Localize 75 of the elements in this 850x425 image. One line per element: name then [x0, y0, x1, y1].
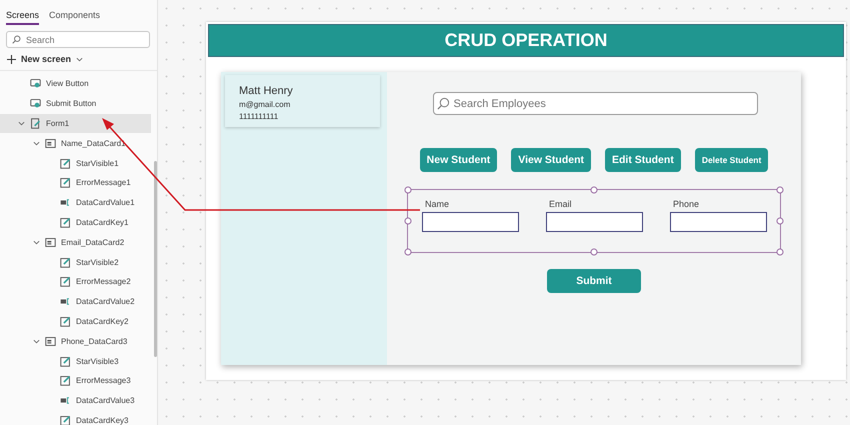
edit-icon [60, 316, 71, 327]
caret-icon [76, 56, 84, 62]
edit-icon [60, 177, 71, 188]
form[interactable]: Name Email Phone [407, 189, 781, 253]
chevron-icon[interactable] [33, 238, 40, 246]
employee-name: Matt Henry [239, 85, 294, 97]
edit-icon [60, 158, 71, 169]
action-button[interactable]: Delete Student [694, 148, 768, 172]
text-input-icon [60, 197, 71, 208]
resize-handle[interactable] [590, 186, 598, 194]
resize-handle[interactable] [404, 218, 412, 224]
search-field[interactable]: Search [6, 31, 150, 48]
edit-icon [60, 216, 71, 228]
edit-icon [60, 356, 71, 367]
tree-item[interactable]: DataCardKey3 [0, 410, 151, 425]
tree-item[interactable]: Form1 [0, 114, 151, 134]
gallery-item[interactable]: Matt Henry m@gmail.com 1111111111 [225, 75, 380, 127]
field-label: Phone [672, 199, 700, 209]
search-icon [12, 35, 21, 44]
action-button[interactable]: View Student [511, 148, 591, 172]
tree-item[interactable]: ErrorMessage1 [0, 172, 151, 193]
edit-icon [60, 256, 71, 268]
edit-icon [60, 414, 71, 425]
resize-handle[interactable] [776, 186, 784, 194]
search-field[interactable]: Search Employees [432, 92, 758, 115]
tree-item[interactable]: Email_DataCard2 [0, 232, 151, 252]
tree-item[interactable]: DataCardValue2 [0, 292, 151, 312]
edit-icon [60, 276, 71, 288]
tree-item[interactable]: StarVisible3 [0, 351, 151, 371]
tree-item[interactable]: Phone_DataCard3 [0, 331, 151, 352]
tree-item[interactable]: DataCardKey1 [0, 212, 151, 232]
search-icon [436, 97, 450, 110]
input-field[interactable] [422, 212, 519, 232]
field-label: Email [548, 199, 573, 209]
submit-button[interactable]: Submit [547, 269, 641, 293]
resize-handle[interactable] [404, 248, 412, 256]
card-icon [45, 236, 56, 248]
chevron-icon[interactable] [18, 120, 25, 127]
input-field[interactable] [546, 212, 643, 232]
action-button[interactable]: New Student [420, 148, 498, 172]
tab[interactable]: Screens [6, 8, 40, 25]
input-field[interactable] [670, 212, 767, 232]
form-icon [30, 118, 41, 129]
plus-icon [7, 54, 16, 64]
resize-handle[interactable] [590, 248, 598, 256]
new-screen-button[interactable]: New screen [0, 48, 84, 70]
resize-handle[interactable] [404, 186, 412, 194]
resize-handle[interactable] [776, 218, 784, 224]
tree-item[interactable]: View Button [0, 74, 151, 94]
tab[interactable]: Components [49, 8, 100, 25]
card-icon [45, 336, 56, 347]
tree-item[interactable]: ErrorMessage3 [0, 370, 151, 391]
tree-item[interactable]: Submit Button [0, 94, 151, 114]
tree-item[interactable]: StarVisible1 [0, 153, 151, 173]
button-icon [30, 98, 41, 110]
tree-item[interactable]: DataCardKey2 [0, 312, 151, 332]
app-title: CRUD OPERATION [444, 30, 608, 51]
chevron-icon[interactable] [33, 338, 40, 345]
tree-item[interactable]: ErrorMessage2 [0, 272, 151, 292]
card-icon [45, 138, 56, 149]
action-button[interactable]: Edit Student [604, 148, 681, 172]
edit-icon [60, 375, 71, 386]
tree-item[interactable]: StarVisible2 [0, 252, 151, 272]
employee-phone: 1111111111 [239, 112, 280, 121]
tree-item[interactable]: DataCardValue3 [0, 390, 151, 411]
text-input-icon [60, 296, 71, 308]
scrollbar[interactable] [154, 161, 157, 357]
text-input-icon [60, 395, 71, 406]
button-icon [30, 78, 41, 90]
employee-email: m@gmail.com [239, 100, 292, 109]
chevron-icon[interactable] [33, 140, 40, 147]
tree-item[interactable]: Name_DataCard1 [0, 133, 151, 154]
tree-item[interactable]: DataCardValue1 [0, 192, 151, 213]
resize-handle[interactable] [776, 248, 784, 256]
field-label: Name [424, 199, 450, 209]
